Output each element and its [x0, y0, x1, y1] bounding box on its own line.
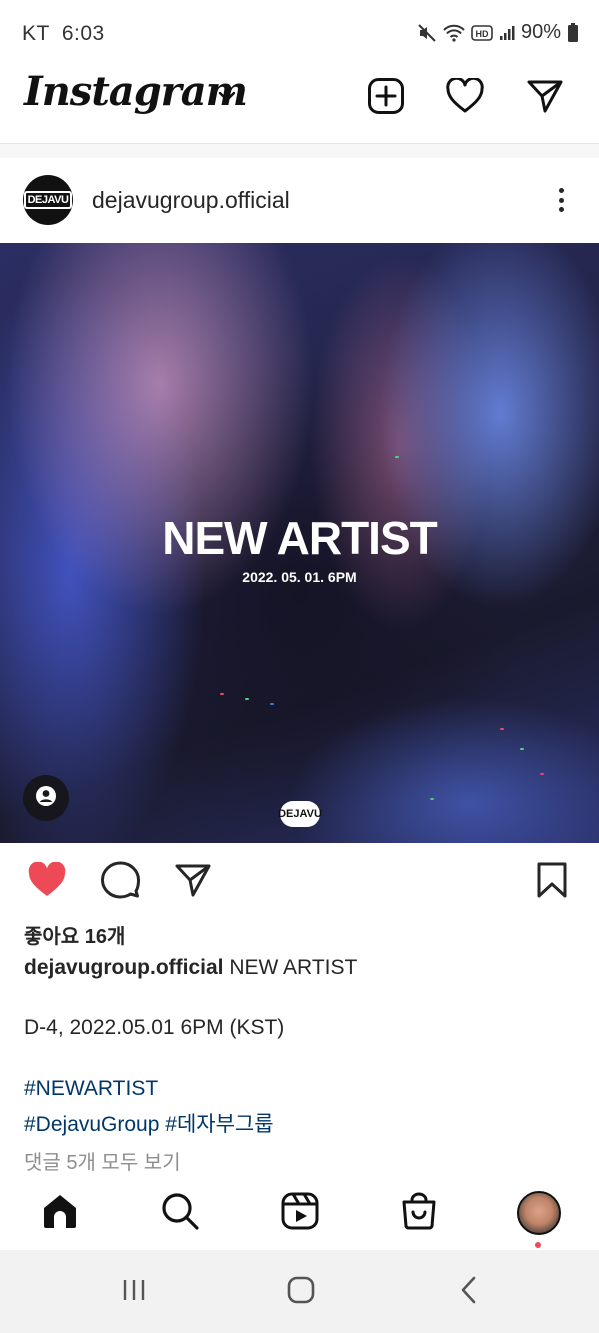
sparkle	[520, 748, 524, 750]
activity-button[interactable]	[443, 76, 487, 120]
post-avatar[interactable]: DEJAVU	[23, 175, 73, 225]
sparkle	[220, 693, 224, 695]
post-actions	[0, 843, 599, 919]
likes-prefix: 좋아요	[24, 926, 80, 948]
new-post-icon	[367, 77, 405, 120]
mute-icon	[417, 23, 437, 43]
bottom-nav	[0, 1182, 599, 1250]
shop-icon	[399, 1191, 439, 1236]
share-icon	[174, 862, 212, 903]
nav-reels[interactable]	[275, 1188, 325, 1238]
battery-label: 90%	[520, 21, 561, 43]
likes-number: 16개	[84, 926, 126, 948]
post-username[interactable]: dejavugroup.official	[92, 187, 290, 214]
status-right: HD 90%	[417, 21, 579, 44]
notification-dot	[535, 1242, 541, 1248]
post-image[interactable]: NEW ARTIST 2022. 05. 01. 6PM DEJAVU	[0, 243, 599, 843]
likes-count[interactable]: 좋아요 16개	[24, 920, 125, 949]
hd-icon: HD	[471, 24, 493, 41]
nav-search[interactable]	[155, 1188, 205, 1238]
sparkle	[430, 798, 434, 800]
battery-icon	[567, 22, 579, 43]
image-title: NEW ARTIST	[162, 512, 438, 564]
caption: dejavugroup.official NEW ARTIST	[24, 956, 357, 980]
search-icon	[160, 1191, 200, 1236]
profile-avatar	[517, 1191, 561, 1235]
back-chevron-icon	[457, 1275, 481, 1310]
reels-icon	[280, 1191, 320, 1236]
status-bar: KT 6:03 HD 90%	[0, 0, 599, 66]
chevron-down-icon[interactable]	[218, 90, 236, 108]
recent-apps-icon	[120, 1276, 148, 1309]
direct-message-icon	[526, 78, 564, 119]
sparkle	[245, 698, 249, 700]
sparkle	[540, 773, 544, 775]
image-brand-logo: DEJAVU	[278, 801, 322, 827]
heart-icon	[445, 76, 485, 119]
hashtag-link[interactable]: #DejavuGroup	[24, 1113, 159, 1136]
save-button[interactable]	[529, 859, 575, 905]
like-button[interactable]	[24, 859, 70, 905]
nav-home[interactable]	[35, 1188, 85, 1238]
caption-username[interactable]: dejavugroup.official	[24, 956, 224, 979]
caption-line-2: D-4, 2022.05.01 6PM (KST)	[24, 1016, 285, 1039]
signal-icon	[499, 25, 515, 41]
nav-shop[interactable]	[394, 1188, 444, 1238]
hashtag-row: #DejavuGroup #데자부그룹	[24, 1108, 274, 1138]
dot	[558, 188, 564, 193]
share-button[interactable]	[170, 859, 216, 905]
avatar-logo-text: DEJAVU	[23, 191, 73, 209]
dot	[558, 207, 564, 212]
feed-post: DEJAVU dejavugroup.official NEW ARTIST 2…	[0, 158, 599, 1250]
caption-text: NEW ARTIST	[229, 956, 358, 979]
view-all-comments-link[interactable]: 댓글 5개 모두 보기	[24, 1146, 181, 1175]
app-header: Instagram	[0, 66, 599, 144]
comment-button[interactable]	[97, 859, 143, 905]
instagram-logo[interactable]: Instagram	[24, 68, 248, 115]
new-post-button[interactable]	[364, 76, 408, 120]
system-nav-bar	[0, 1250, 599, 1333]
home-nav-button[interactable]	[281, 1274, 321, 1310]
dot	[558, 197, 564, 203]
feed-gap	[0, 144, 599, 158]
more-options-button[interactable]	[547, 184, 575, 216]
sparkle	[500, 728, 504, 730]
svg-text:HD: HD	[475, 29, 488, 39]
direct-message-button[interactable]	[523, 76, 567, 120]
bookmark-icon	[536, 861, 568, 904]
wifi-icon	[443, 24, 465, 42]
user-tag-icon	[35, 785, 57, 812]
sparkle	[395, 456, 399, 458]
home-icon	[40, 1191, 80, 1236]
clock: 6:03	[61, 22, 105, 45]
heart-filled-icon	[27, 860, 67, 903]
image-date: 2022. 05. 01. 6PM	[242, 569, 357, 585]
status-left: KT 6:03	[22, 22, 105, 46]
nav-profile[interactable]	[514, 1188, 564, 1238]
comment-icon	[100, 860, 140, 905]
carrier-label: KT	[22, 22, 50, 45]
back-button[interactable]	[449, 1274, 489, 1310]
tagged-users-button[interactable]	[23, 775, 69, 821]
sparkle	[270, 703, 274, 705]
post-header: DEJAVU dejavugroup.official	[0, 158, 599, 243]
recent-apps-button[interactable]	[114, 1274, 154, 1310]
hashtag-link[interactable]: #NEWARTIST	[24, 1077, 158, 1101]
home-circle-icon	[286, 1275, 316, 1310]
hashtag-link[interactable]: #데자부그룹	[165, 1113, 273, 1136]
